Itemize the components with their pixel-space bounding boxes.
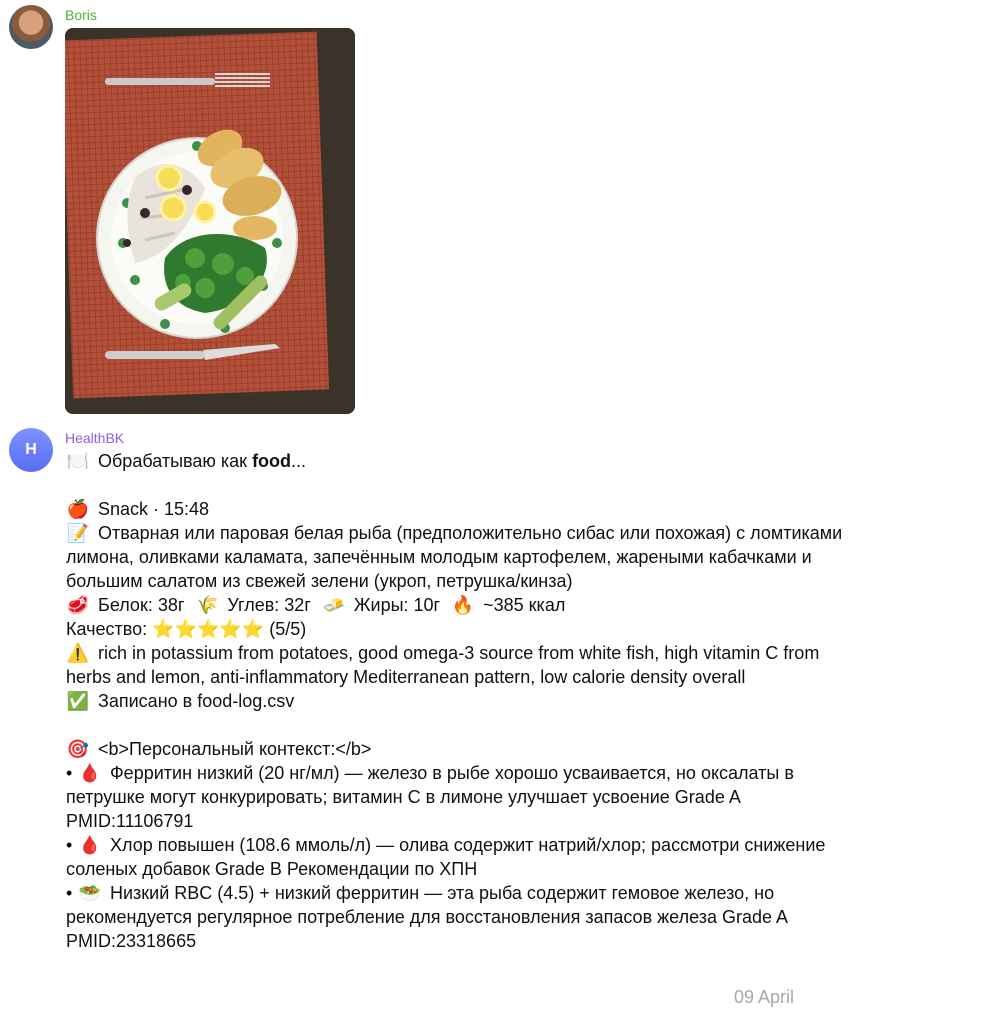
bot-avatar-letter: H — [25, 441, 37, 458]
saved-line: ✅ Записано в food-log.csv — [66, 691, 295, 711]
plate-icon: 🍽️ — [66, 451, 90, 471]
wheat-icon: 🌾 — [196, 595, 219, 615]
meat-icon: 🥩 — [66, 595, 90, 615]
quality-line: Качество: ⭐⭐⭐⭐⭐ (5/5) — [66, 619, 307, 639]
blood-drop-icon: 🩸 — [78, 835, 102, 855]
fire-icon: 🔥 — [451, 595, 475, 615]
apple-icon: 🍎 — [66, 499, 90, 519]
context-bullet: • 🩸 Ферритин низкий (20 нг/мл) — железо в … — [66, 763, 794, 831]
meal-description: 📝 Отварная или паровая белая рыба (предпо… — [66, 523, 843, 591]
star-icon: ⭐ — [174, 619, 197, 639]
butter-icon: 🧈 — [322, 595, 346, 615]
target-icon: 🎯 — [66, 739, 90, 759]
bot-avatar[interactable]: H — [9, 428, 53, 472]
food-photo-image — [65, 28, 355, 414]
meal-note: ⚠️ rich in potassium from potatoes, good … — [66, 643, 820, 687]
salad-icon: 🥗 — [78, 883, 102, 903]
meal-header: 🍎 Snack · 15:48 — [66, 499, 210, 519]
context-bullet: • 🩸 Хлор повышен (108.6 ммоль/л) — олива с… — [66, 835, 826, 879]
star-icon: ⭐ — [152, 619, 175, 639]
quality-stars: ⭐⭐⭐⭐⭐ — [152, 619, 264, 639]
warning-icon: ⚠️ — [66, 643, 90, 663]
food-photo[interactable] — [65, 28, 355, 414]
star-icon: ⭐ — [196, 619, 220, 639]
blood-drop-icon: 🩸 — [78, 763, 102, 783]
context-title: 🎯 <b>Персональный контекст:</b> — [66, 739, 372, 759]
sender-name[interactable]: HealthBK — [65, 430, 124, 446]
context-bullet: • 🥗 Низкий RBC (4.5) + низкий ферритин — э… — [66, 883, 788, 951]
message-text: 🍽️ Обрабатываю как food... 🍎 Snack · 15:48… — [66, 449, 866, 953]
memo-icon: 📝 — [66, 523, 90, 543]
user-avatar[interactable] — [9, 5, 53, 49]
sender-name[interactable]: Boris — [65, 7, 97, 23]
message-date: 09 April — [734, 987, 795, 1007]
macros-line: 🥩 Белок: 38г 🌾 Углев: 32г 🧈 Жиры: 10г 🔥 ~385… — [66, 595, 566, 615]
star-icon: ⭐ — [219, 619, 242, 639]
check-icon: ✅ — [66, 691, 90, 711]
star-icon: ⭐ — [241, 619, 265, 639]
processing-line: 🍽️ Обрабатываю как food... — [66, 451, 307, 471]
